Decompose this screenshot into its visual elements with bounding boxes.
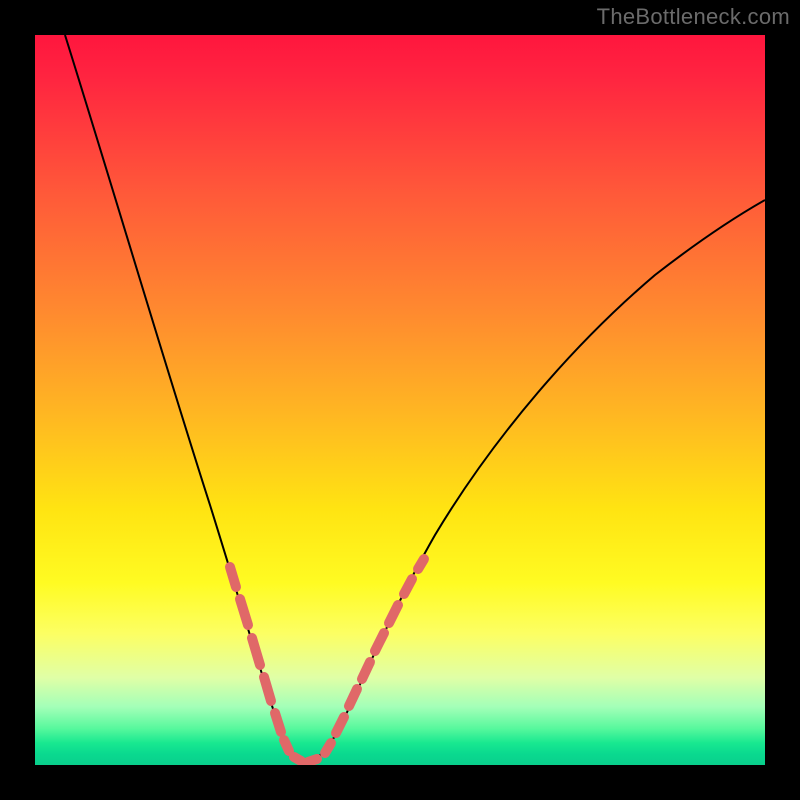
dash-seg bbox=[362, 662, 370, 679]
dash-seg bbox=[389, 605, 398, 623]
dash-seg bbox=[294, 757, 301, 761]
dash-seg bbox=[240, 599, 248, 625]
dash-seg bbox=[325, 743, 331, 753]
dash-seg bbox=[375, 633, 384, 651]
dash-seg bbox=[230, 567, 236, 587]
dash-seg bbox=[418, 559, 424, 569]
dash-overlay-left bbox=[230, 567, 289, 751]
dash-seg bbox=[308, 759, 317, 762]
curve-svg bbox=[35, 35, 765, 765]
dash-seg bbox=[404, 579, 412, 594]
bottleneck-curve bbox=[65, 35, 765, 762]
dash-seg bbox=[264, 677, 271, 701]
watermark-text: TheBottleneck.com bbox=[597, 4, 790, 30]
dash-overlay-bottom bbox=[294, 757, 317, 762]
chart-frame: TheBottleneck.com bbox=[0, 0, 800, 800]
dash-seg bbox=[349, 689, 357, 706]
plot-area bbox=[35, 35, 765, 765]
dash-seg bbox=[252, 638, 260, 665]
dash-seg bbox=[284, 740, 289, 751]
dash-seg bbox=[275, 713, 281, 732]
dash-seg bbox=[336, 717, 344, 733]
dash-overlay-right bbox=[325, 559, 424, 753]
